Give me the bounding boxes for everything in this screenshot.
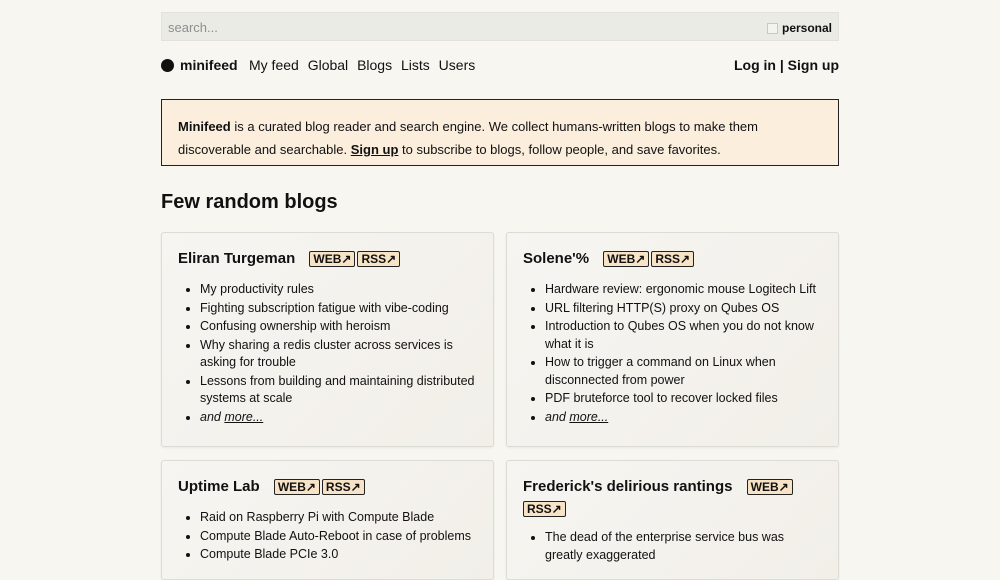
- search-input[interactable]: [168, 18, 728, 36]
- auth-separator: |: [779, 57, 784, 73]
- brand-name: minifeed: [180, 57, 238, 73]
- web-link-badge[interactable]: WEB↗: [309, 251, 356, 267]
- logo-dot-icon: [161, 58, 174, 72]
- nav-link-users[interactable]: Users: [439, 57, 476, 73]
- post-item[interactable]: Fighting subscription fatigue with vibe-…: [200, 300, 477, 318]
- web-link-badge[interactable]: WEB↗: [746, 479, 793, 495]
- post-item[interactable]: URL filtering HTTP(S) proxy on Qubes OS: [545, 300, 822, 318]
- more-link[interactable]: more...: [569, 410, 608, 424]
- intro-signup-link[interactable]: Sign up: [351, 142, 399, 157]
- blog-card: Uptime Lab WEB↗RSS↗ Raid on Raspberry Pi…: [161, 460, 494, 580]
- post-item[interactable]: My productivity rules: [200, 281, 477, 299]
- more-item: and more...: [545, 409, 822, 427]
- search-bar: personal: [161, 12, 839, 41]
- blog-card-header: Uptime Lab WEB↗ RSS↗: [178, 477, 477, 497]
- post-item[interactable]: Compute Blade PCIe 3.0: [200, 546, 477, 564]
- post-list: Raid on Raspberry Pi with Compute Blade …: [178, 509, 477, 564]
- blog-card: Frederick's delirious rantings WEB↗ RSS↗…: [506, 460, 839, 580]
- nav-link-lists[interactable]: Lists: [401, 57, 430, 73]
- post-item[interactable]: How to trigger a command on Linux when d…: [545, 354, 822, 389]
- post-item[interactable]: Confusing ownership with heroism: [200, 318, 477, 336]
- web-link-badge[interactable]: WEB↗: [273, 479, 320, 495]
- nav-link-global[interactable]: Global: [308, 57, 348, 73]
- web-link-badge[interactable]: WEB↗: [603, 251, 650, 267]
- section-title: Few random blogs: [161, 191, 338, 213]
- personal-checkbox[interactable]: [766, 22, 778, 34]
- top-nav: minifeed My feed Global Blogs Lists User…: [161, 57, 839, 75]
- intro-brand: Minifeed: [178, 119, 231, 134]
- post-item[interactable]: Why sharing a redis cluster across servi…: [200, 337, 477, 372]
- post-item[interactable]: Hardware review: ergonomic mouse Logitec…: [545, 281, 822, 299]
- rss-link-badge[interactable]: RSS↗: [321, 479, 365, 495]
- brand-logo[interactable]: minifeed: [161, 57, 238, 73]
- intro-banner: Minifeed is a curated blog reader and se…: [161, 99, 839, 166]
- post-item[interactable]: PDF bruteforce tool to recover locked fi…: [545, 390, 822, 408]
- blog-card: Eliran Turgeman WEB↗RSS↗ My productivity…: [161, 232, 494, 447]
- personal-label: personal: [781, 21, 832, 35]
- more-link[interactable]: more...: [224, 410, 263, 424]
- rss-link-badge[interactable]: RSS↗: [523, 501, 566, 517]
- signup-link[interactable]: Sign up: [788, 57, 839, 73]
- nav-link-blogs[interactable]: Blogs: [357, 57, 392, 73]
- post-list: Hardware review: ergonomic mouse Logitec…: [523, 281, 822, 426]
- post-item[interactable]: Introduction to Qubes OS when you do not…: [545, 318, 822, 353]
- blog-title[interactable]: Frederick's delirious rantings: [523, 478, 732, 495]
- blog-card-header: Frederick's delirious rantings WEB↗ RSS↗: [523, 477, 822, 519]
- auth-links: Log in | Sign up: [734, 57, 839, 73]
- rss-link-badge[interactable]: RSS↗: [651, 251, 695, 267]
- nav-link-my-feed[interactable]: My feed: [249, 57, 299, 73]
- rss-link-badge[interactable]: RSS↗: [357, 251, 401, 267]
- post-item[interactable]: Raid on Raspberry Pi with Compute Blade: [200, 509, 477, 527]
- blog-title[interactable]: Solene'%: [523, 250, 589, 267]
- more-item: and more...: [200, 409, 477, 427]
- post-list: The dead of the enterprise service bus w…: [523, 529, 822, 564]
- intro-text-2: to subscribe to blogs, follow people, an…: [398, 142, 721, 157]
- blog-title[interactable]: Eliran Turgeman: [178, 250, 295, 267]
- post-item[interactable]: Compute Blade Auto-Reboot in case of pro…: [200, 528, 477, 546]
- and-text: and: [200, 409, 225, 424]
- blog-card: Solene'% WEB↗RSS↗ Hardware review: ergon…: [506, 232, 839, 447]
- blog-card-header: Solene'% WEB↗ RSS↗: [523, 249, 822, 269]
- and-text: and: [545, 409, 570, 424]
- post-item[interactable]: The dead of the enterprise service bus w…: [545, 529, 822, 564]
- post-item[interactable]: Lessons from building and maintaining di…: [200, 373, 477, 408]
- blog-card-header: Eliran Turgeman WEB↗ RSS↗: [178, 249, 477, 269]
- login-link[interactable]: Log in: [734, 57, 776, 73]
- personal-toggle[interactable]: personal: [766, 21, 832, 35]
- blog-title[interactable]: Uptime Lab: [178, 478, 260, 495]
- nav-links: My feed Global Blogs Lists Users: [249, 57, 480, 73]
- post-list: My productivity rules Fighting subscript…: [178, 281, 477, 426]
